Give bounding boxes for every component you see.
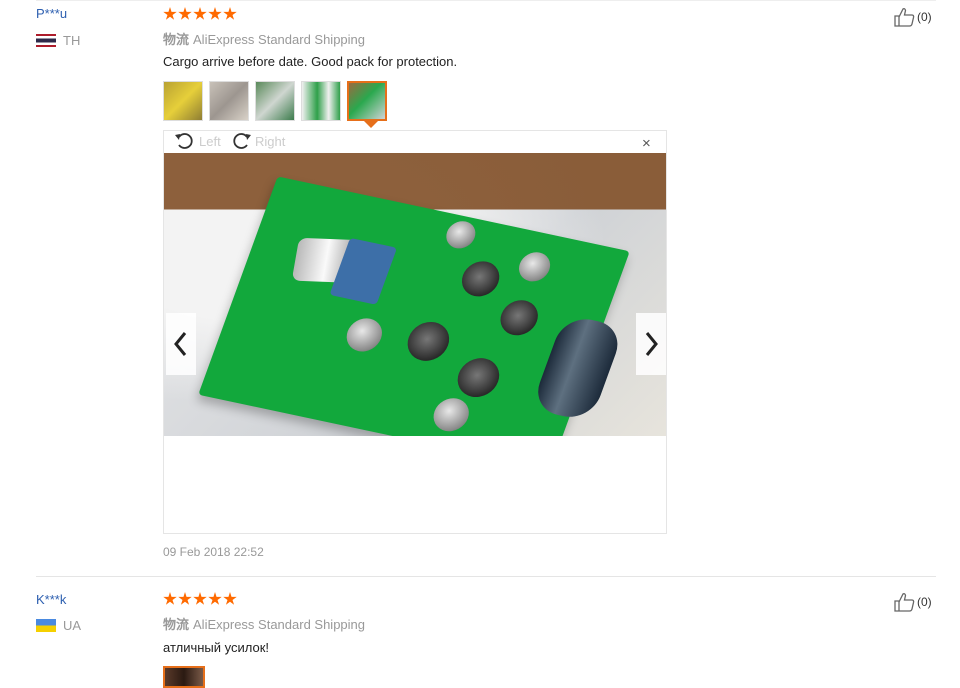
shipping-label: 物流 [163, 617, 190, 632]
star-icon [163, 7, 177, 20]
review-item: K***k UA (0) 物流 AliExpress Standard Shipp… [0, 586, 960, 688]
rotate-left-icon [175, 133, 193, 149]
photo-thumbnail[interactable] [163, 666, 205, 688]
rotate-right-label: Right [255, 133, 286, 149]
flag-th-icon [36, 34, 56, 47]
review-item: P***u TH (0) 物流 AliExpress Standard Shipp… [0, 0, 960, 576]
photo-thumbnail[interactable] [209, 81, 249, 121]
shipping-label: 物流 [163, 32, 190, 47]
photo-thumbnail[interactable] [255, 81, 295, 121]
star-icon [193, 592, 207, 605]
star-icon [163, 592, 177, 605]
photo-viewer: Left Right × [163, 130, 667, 534]
review-text: атличный усилок! [163, 640, 270, 655]
selected-photo-caret [364, 121, 378, 128]
star-rating [163, 592, 237, 606]
thumbs-up-icon [894, 593, 915, 612]
next-photo-button[interactable] [636, 313, 666, 375]
thumbs-up-icon [894, 8, 915, 27]
shipping-method: AliExpress Standard Shipping [193, 617, 366, 632]
shipping-info: 物流 AliExpress Standard Shipping [163, 29, 365, 48]
reviewer-name[interactable]: K***k [36, 592, 66, 607]
rotate-right-icon [233, 133, 251, 149]
reviewer-name[interactable]: P***u [36, 6, 67, 21]
shipping-method: AliExpress Standard Shipping [193, 32, 366, 47]
review-date: 09 Feb 2018 22:52 [163, 545, 264, 559]
star-icon [208, 592, 222, 605]
photo-thumbnail[interactable] [163, 81, 203, 121]
star-icon [223, 592, 237, 605]
rotate-left-button[interactable]: Left [174, 131, 221, 151]
review-photo-large [164, 153, 666, 436]
rotate-right-button[interactable]: Right [230, 131, 285, 151]
star-icon [193, 7, 207, 20]
star-rating [163, 7, 237, 21]
star-icon [208, 7, 222, 20]
flag-ua-icon [36, 619, 56, 632]
close-icon[interactable]: × [642, 135, 651, 152]
chevron-right-icon [645, 332, 658, 356]
review-divider [36, 576, 936, 577]
reviewer-country: UA [36, 618, 81, 633]
helpful-count: (0) [917, 10, 932, 24]
rotate-left-label: Left [199, 133, 221, 149]
pcb-board [198, 176, 630, 436]
star-icon [223, 7, 237, 20]
photo-thumbnail[interactable] [301, 81, 341, 121]
star-icon [178, 7, 192, 20]
helpful-button[interactable]: (0) [893, 592, 932, 612]
helpful-count: (0) [917, 595, 932, 609]
review-photos [163, 81, 387, 121]
star-icon [178, 592, 192, 605]
review-text: Cargo arrive before date. Good pack for … [163, 54, 458, 69]
helpful-button[interactable]: (0) [893, 7, 932, 27]
photo-thumbnail-selected[interactable] [347, 81, 387, 121]
previous-photo-button[interactable] [166, 313, 196, 375]
shipping-info: 物流 AliExpress Standard Shipping [163, 614, 365, 633]
reviewer-country: TH [36, 33, 80, 48]
country-code: TH [63, 33, 81, 48]
country-code: UA [63, 618, 82, 633]
chevron-left-icon [174, 332, 187, 356]
